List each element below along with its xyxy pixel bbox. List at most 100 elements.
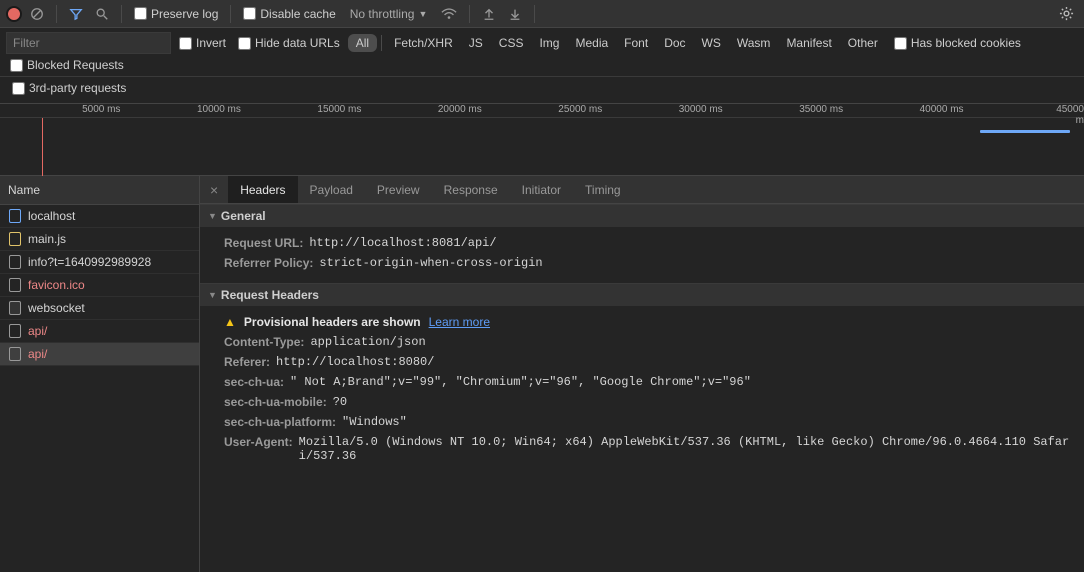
- detail-tab-initiator[interactable]: Initiator: [510, 176, 573, 203]
- record-button[interactable]: [6, 6, 22, 22]
- preserve-log-label: Preserve log: [151, 7, 218, 21]
- timeline-tick: 10000 ms: [197, 104, 241, 115]
- hide-data-urls-label: Hide data URLs: [255, 36, 340, 50]
- type-filter-css[interactable]: CSS: [491, 34, 532, 52]
- network-toolbar: Preserve log Disable cache No throttling…: [0, 0, 1084, 28]
- filter-icon[interactable]: [65, 7, 87, 21]
- header-value: http://localhost:8080/: [276, 355, 434, 369]
- request-item[interactable]: websocket: [0, 297, 199, 320]
- header-value: " Not A;Brand";v="99", "Chromium";v="96"…: [290, 375, 751, 389]
- has-blocked-cookies-checkbox[interactable]: Has blocked cookies: [890, 36, 1025, 50]
- type-filter-manifest[interactable]: Manifest: [778, 34, 839, 52]
- throttling-label: No throttling: [350, 7, 415, 21]
- type-filter-other[interactable]: Other: [840, 34, 886, 52]
- header-value: ?0: [333, 395, 347, 409]
- timeline-tick: 20000 ms: [438, 104, 482, 115]
- detail-tab-headers[interactable]: Headers: [228, 176, 297, 203]
- request-name: api/: [28, 324, 47, 338]
- type-filter-ws[interactable]: WS: [694, 34, 729, 52]
- type-filter-all[interactable]: All: [348, 34, 377, 52]
- search-icon[interactable]: [91, 7, 113, 21]
- type-filter-js[interactable]: JS: [461, 34, 491, 52]
- header-value: "Windows": [342, 415, 407, 429]
- timeline[interactable]: 5000 ms 10000 ms 15000 ms 20000 ms 25000 ms 3…: [0, 104, 1084, 176]
- request-item[interactable]: api/: [0, 343, 199, 366]
- request-item[interactable]: localhost: [0, 205, 199, 228]
- chevron-down-icon: ▼: [418, 9, 427, 19]
- blocked-requests-checkbox[interactable]: Blocked Requests: [6, 58, 128, 72]
- request-name: localhost: [28, 209, 75, 223]
- file-icon: [9, 255, 21, 269]
- third-party-label: 3rd-party requests: [29, 81, 126, 95]
- file-icon: [9, 209, 21, 223]
- file-icon: [9, 324, 21, 338]
- request-name: main.js: [28, 232, 66, 246]
- request-list: Name localhost main.js info?t=164099298992…: [0, 176, 200, 572]
- name-column-header[interactable]: Name: [0, 176, 199, 205]
- gear-icon[interactable]: [1055, 6, 1078, 21]
- provisional-warning: Provisional headers are shown: [244, 315, 421, 329]
- type-filter-doc[interactable]: Doc: [656, 34, 693, 52]
- detail-tab-response[interactable]: Response: [432, 176, 510, 203]
- timeline-marker: [42, 118, 43, 176]
- request-item[interactable]: main.js: [0, 228, 199, 251]
- type-filter-wasm[interactable]: Wasm: [729, 34, 779, 52]
- timeline-tick: 40000 ms: [920, 104, 964, 115]
- general-section-label: General: [221, 209, 266, 223]
- header-key: sec-ch-ua:: [224, 375, 284, 389]
- third-party-checkbox[interactable]: 3rd-party requests: [8, 81, 130, 95]
- timeline-tick: 5000 ms: [82, 104, 120, 115]
- download-icon[interactable]: [504, 7, 526, 21]
- hide-data-urls-checkbox[interactable]: Hide data URLs: [234, 36, 344, 50]
- header-key: Referrer Policy:: [224, 256, 313, 270]
- detail-tab-payload[interactable]: Payload: [298, 176, 365, 203]
- request-item[interactable]: info?t=1640992989928: [0, 251, 199, 274]
- type-filter-media[interactable]: Media: [567, 34, 616, 52]
- file-icon: [9, 301, 21, 315]
- disable-cache-label: Disable cache: [260, 7, 335, 21]
- header-value: http://localhost:8081/api/: [309, 236, 496, 250]
- learn-more-link[interactable]: Learn more: [429, 315, 490, 329]
- filter-bar: Invert Hide data URLs All Fetch/XHRJSCSSI…: [0, 28, 1084, 77]
- wifi-icon[interactable]: [437, 7, 461, 21]
- preserve-log-checkbox[interactable]: Preserve log: [130, 7, 222, 21]
- request-item[interactable]: api/: [0, 320, 199, 343]
- invert-checkbox[interactable]: Invert: [175, 36, 230, 50]
- filter-bar-2: 3rd-party requests: [0, 77, 1084, 104]
- clear-icon[interactable]: [26, 7, 48, 21]
- timeline-tick: 25000 ms: [558, 104, 602, 115]
- detail-tab-timing[interactable]: Timing: [573, 176, 633, 203]
- header-key: sec-ch-ua-mobile:: [224, 395, 327, 409]
- upload-icon[interactable]: [478, 7, 500, 21]
- close-icon[interactable]: ×: [200, 182, 228, 198]
- timeline-tick: 35000 ms: [799, 104, 843, 115]
- timeline-tick: 30000 ms: [679, 104, 723, 115]
- request-item[interactable]: favicon.ico: [0, 274, 199, 297]
- type-filter-font[interactable]: Font: [616, 34, 656, 52]
- filter-input[interactable]: [6, 32, 171, 54]
- timeline-tick: 15000 ms: [317, 104, 361, 115]
- request-name: api/: [28, 347, 47, 361]
- request-headers-section-header[interactable]: ▼ Request Headers: [200, 283, 1084, 306]
- throttling-select[interactable]: No throttling ▼: [344, 7, 434, 21]
- detail-tabs: × HeadersPayloadPreviewResponseInitiator…: [200, 176, 1084, 204]
- request-name: favicon.ico: [28, 278, 85, 292]
- disable-cache-checkbox[interactable]: Disable cache: [239, 7, 339, 21]
- general-section-header[interactable]: ▼ General: [200, 204, 1084, 227]
- header-value: Mozilla/5.0 (Windows NT 10.0; Win64; x64…: [299, 435, 1076, 463]
- header-key: Request URL:: [224, 236, 303, 250]
- chevron-down-icon: ▼: [208, 290, 217, 300]
- header-value: strict-origin-when-cross-origin: [319, 256, 542, 270]
- type-filter-img[interactable]: Img: [531, 34, 567, 52]
- request-name: info?t=1640992989928: [28, 255, 151, 269]
- chevron-down-icon: ▼: [208, 211, 217, 221]
- detail-tab-preview[interactable]: Preview: [365, 176, 432, 203]
- header-key: sec-ch-ua-platform:: [224, 415, 336, 429]
- invert-label: Invert: [196, 36, 226, 50]
- type-filter-fetchxhr[interactable]: Fetch/XHR: [386, 34, 461, 52]
- blocked-requests-label: Blocked Requests: [27, 58, 124, 72]
- header-key: Referer:: [224, 355, 270, 369]
- file-icon: [9, 347, 21, 361]
- request-headers-section-label: Request Headers: [221, 288, 319, 302]
- header-key: User-Agent:: [224, 435, 293, 463]
